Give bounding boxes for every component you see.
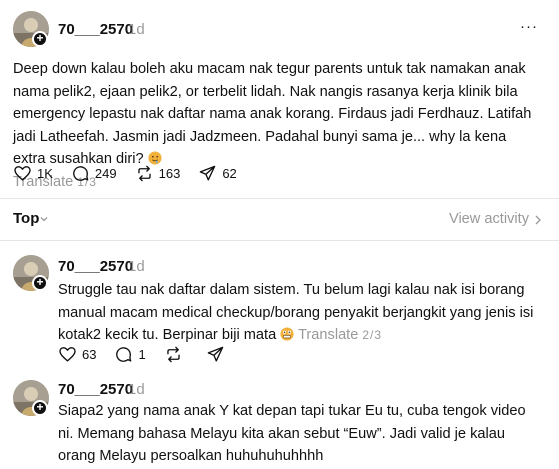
repost-count: 163 bbox=[158, 166, 181, 181]
share-button[interactable] bbox=[206, 345, 230, 364]
post-text-block: Struggle tau nak daftar dalam sistem. Tu… bbox=[58, 279, 538, 347]
comment-button[interactable]: 1 bbox=[114, 345, 146, 364]
comment-count: 249 bbox=[94, 166, 117, 181]
comment-icon bbox=[116, 347, 132, 362]
like-button[interactable]: 1K bbox=[13, 164, 53, 183]
repost-icon bbox=[166, 346, 180, 363]
chevron-down-icon[interactable] bbox=[39, 214, 49, 224]
comment-icon bbox=[73, 166, 89, 181]
repost-button[interactable] bbox=[164, 345, 188, 364]
username[interactable]: 70___2570 bbox=[58, 381, 133, 398]
sort-dropdown[interactable]: Top bbox=[13, 210, 39, 227]
like-count: 1K bbox=[37, 166, 53, 181]
like-button[interactable]: 63 bbox=[58, 345, 96, 364]
reply-post: + 70___2570 1d Struggle tau nak daftar d… bbox=[0, 241, 559, 371]
replies-header: Top View activity bbox=[0, 207, 559, 233]
share-count: 62 bbox=[222, 166, 237, 181]
heart-icon bbox=[59, 347, 76, 362]
timestamp: 1d bbox=[128, 21, 145, 38]
username[interactable]: 70___2570 bbox=[58, 258, 133, 275]
translate-link[interactable]: Translate bbox=[298, 327, 358, 343]
chevron-right-icon[interactable] bbox=[533, 214, 543, 226]
repost-button[interactable]: 163 bbox=[135, 164, 181, 183]
divider bbox=[0, 198, 559, 199]
main-post: + 70___2570 1d ··· Deep down kalau boleh… bbox=[0, 0, 559, 205]
reply-post: + 70___2570 1d Siapa2 yang nama anak Y k… bbox=[0, 370, 559, 469]
send-icon bbox=[207, 346, 224, 362]
send-icon bbox=[200, 165, 216, 181]
action-bar: 1K 249 163 62 bbox=[13, 164, 255, 183]
more-options-icon[interactable]: ··· bbox=[520, 18, 538, 35]
comment-count: 1 bbox=[138, 347, 146, 362]
post-text: Siapa2 yang nama anak Y kat depan tapi t… bbox=[58, 403, 526, 464]
follow-plus-icon[interactable]: + bbox=[32, 275, 48, 291]
post-text-block: Siapa2 yang nama anak Y kat depan tapi t… bbox=[58, 400, 538, 468]
follow-plus-icon[interactable]: + bbox=[32, 400, 48, 416]
follow-plus-icon[interactable]: + bbox=[32, 31, 48, 47]
share-button[interactable]: 62 bbox=[198, 164, 237, 183]
translate-page-indicator: 2/3 bbox=[362, 328, 383, 342]
view-activity-link[interactable]: View activity bbox=[449, 211, 529, 227]
action-bar: 63 1 bbox=[58, 345, 248, 364]
grimacing-face-emoji bbox=[280, 327, 294, 341]
timestamp: 1d bbox=[128, 258, 145, 275]
like-count: 63 bbox=[82, 347, 97, 362]
drooling-face-emoji bbox=[148, 151, 162, 165]
post-text: Struggle tau nak daftar dalam sistem. Tu… bbox=[58, 282, 534, 343]
repost-icon bbox=[137, 165, 151, 182]
post-text: Deep down kalau boleh aku macam nak tegu… bbox=[13, 61, 532, 167]
timestamp: 1d bbox=[128, 381, 145, 398]
heart-icon bbox=[14, 166, 31, 181]
username[interactable]: 70___2570 bbox=[58, 21, 133, 38]
comment-button[interactable]: 249 bbox=[71, 164, 117, 183]
